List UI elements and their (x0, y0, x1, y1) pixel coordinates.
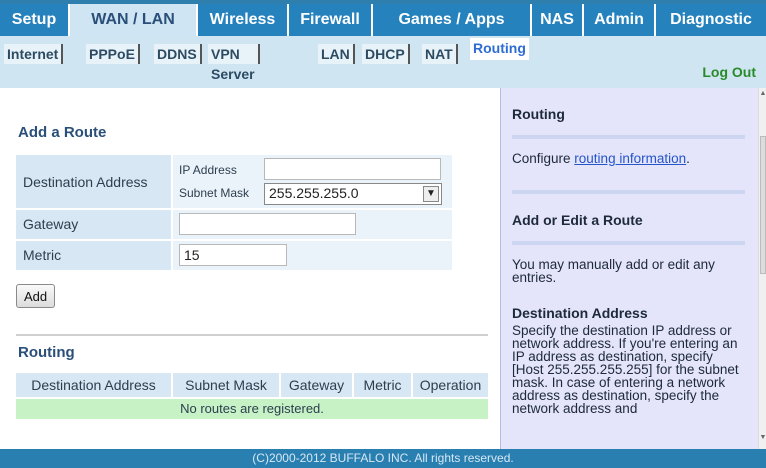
help-title-destination: Destination Address (512, 305, 648, 321)
scroll-down-icon[interactable]: ▼ (759, 434, 766, 444)
help-separator (512, 135, 745, 139)
col-metric: Metric (354, 373, 411, 397)
col-gateway: Gateway (281, 373, 352, 397)
tab-games-apps[interactable]: Games / Apps (373, 4, 532, 36)
subnav-ddns[interactable]: DDNS (154, 44, 202, 64)
tab-nas[interactable]: NAS (532, 4, 584, 36)
help-panel: Routing Configure routing information. A… (500, 88, 758, 449)
help-text-add-edit: You may manually add or edit any entries… (512, 257, 715, 285)
destination-address-label: Destination Address (16, 155, 171, 208)
tab-setup[interactable]: Setup (0, 4, 70, 36)
empty-routes-row: No routes are registered. (16, 399, 488, 419)
divider (16, 334, 488, 336)
subnav-lan[interactable]: LAN (318, 44, 355, 64)
subnav-dhcp[interactable]: DHCP (362, 44, 410, 64)
subnav-vpn-server[interactable]: VPN Server (208, 44, 260, 82)
routing-information-link[interactable]: routing information (574, 151, 686, 166)
help-scrollbar[interactable]: ▲ ▼ (758, 88, 766, 449)
subnav-nat[interactable]: NAT (422, 44, 458, 64)
ip-address-input[interactable] (264, 158, 441, 180)
col-operation: Operation (413, 373, 488, 397)
tab-wireless[interactable]: Wireless (198, 4, 289, 36)
tab-admin[interactable]: Admin (584, 4, 656, 36)
tab-wan-lan[interactable]: WAN / LAN (70, 4, 198, 36)
gateway-input[interactable] (179, 213, 356, 235)
gateway-label: Gateway (16, 210, 171, 239)
subnet-mask-value: 255.255.255.0 (269, 185, 359, 201)
help-separator (512, 241, 745, 245)
tab-diagnostic[interactable]: Diagnostic (656, 4, 766, 36)
scroll-up-icon[interactable]: ▲ (759, 90, 766, 100)
add-route-title: Add a Route (18, 124, 107, 141)
help-title-routing: Routing (512, 106, 565, 122)
col-subnet-mask: Subnet Mask (173, 373, 279, 397)
routing-title: Routing (18, 344, 75, 361)
help-separator (512, 190, 745, 194)
col-destination-address: Destination Address (16, 373, 171, 397)
scrollbar-thumb[interactable] (760, 136, 766, 274)
footer-copyright: (C)2000-2012 BUFFALO INC. All rights res… (0, 449, 766, 468)
metric-input[interactable] (179, 244, 287, 266)
help-text-destination: Specify the destination IP address or ne… (512, 323, 739, 416)
subnav-internet[interactable]: Internet (4, 44, 64, 64)
top-nav: Setup WAN / LAN Wireless Firewall Games … (0, 0, 766, 36)
subnav-routing[interactable]: Routing (470, 38, 529, 60)
subnav-pppoe[interactable]: PPPoE (86, 44, 140, 64)
help-title-add-edit: Add or Edit a Route (512, 212, 643, 228)
chevron-down-icon[interactable]: ▼ (423, 186, 439, 202)
metric-label: Metric (16, 241, 171, 270)
tab-firewall[interactable]: Firewall (289, 4, 373, 36)
subnet-mask-label: Subnet Mask (179, 186, 250, 200)
add-button[interactable]: Add (16, 284, 56, 308)
logout-link[interactable]: Log Out (702, 64, 756, 80)
help-text-routing: Configure routing information. (512, 151, 690, 166)
ip-address-label: IP Address (179, 163, 237, 177)
subnet-mask-select[interactable]: 255.255.255.0 ▼ (264, 183, 442, 205)
